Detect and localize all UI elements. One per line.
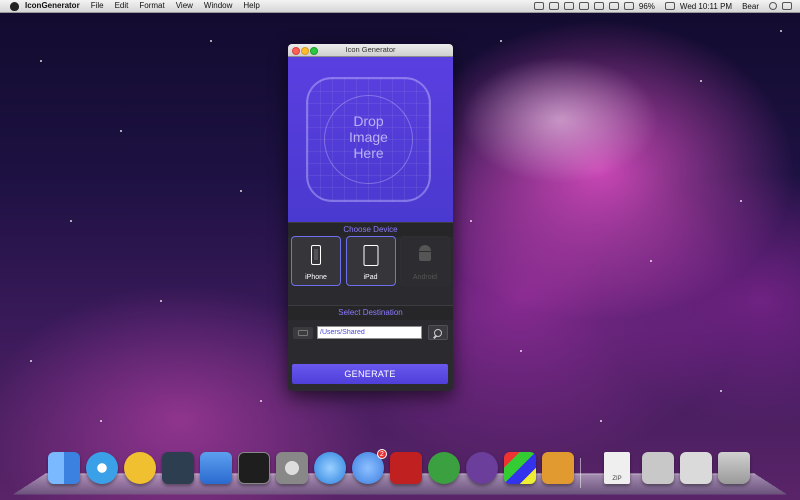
destination-path-input[interactable] [317,326,422,339]
safari-icon[interactable] [86,452,118,484]
device-ipad-label: iPad [363,274,378,281]
zip-archive-icon[interactable]: ZIP [604,452,630,484]
script-editor-icon[interactable] [428,452,460,484]
device-ipad-button[interactable]: iPad [345,236,396,286]
menu-bar: IconGenerator File Edit Format View Wind… [0,0,800,13]
finder-icon[interactable] [48,452,80,484]
instruments-icon[interactable] [162,452,194,484]
spotlight-search-icon[interactable] [769,2,777,10]
clock[interactable]: Wed 10:11 PM [680,2,732,11]
minimize-button[interactable] [301,47,309,55]
menu-help[interactable]: Help [243,0,259,12]
device-android-button[interactable]: Android [400,236,450,286]
documents-stack-icon[interactable] [680,452,712,484]
dropbox-icon[interactable] [548,2,559,10]
display-icon[interactable] [533,2,544,10]
user-name[interactable]: Bear [742,2,759,11]
app-store-badge: 2 [377,449,387,459]
terminal-icon[interactable] [238,452,270,484]
notification-center-icon[interactable] [782,2,792,10]
filezilla-icon[interactable] [390,452,422,484]
browse-search-icon[interactable] [428,325,448,340]
battery-percent[interactable]: 96% [639,2,655,11]
menu-app-name[interactable]: IconGenerator [25,0,80,12]
menu-format[interactable]: Format [139,0,164,12]
cloud-icon[interactable] [578,2,589,10]
dock-separator [580,458,581,488]
iphone-icon [311,245,321,265]
menu-window[interactable]: Window [204,0,232,12]
icon-template-frame: Drop Image Here [306,77,431,202]
drop-text-line-3: Here [353,145,384,161]
window-titlebar[interactable]: Icon Generator [288,44,453,57]
downloads-stack-icon[interactable] [642,452,674,484]
drop-text-line-2: Image [349,129,388,145]
drop-image-text: Drop Image Here [308,113,429,161]
zip-label: ZIP [612,476,622,482]
toast-icon[interactable] [542,452,574,484]
wifi-icon[interactable] [623,2,634,10]
trash-icon[interactable] [718,452,750,484]
image-drop-zone[interactable]: Drop Image Here [288,57,453,223]
menu-extras: 96% Wed 10:11 PM Bear [533,0,800,12]
sync-icon[interactable] [563,2,574,10]
device-android-label: Android [412,274,438,281]
destination-row [291,325,450,341]
xcode-icon[interactable] [200,452,232,484]
apple-menu-icon[interactable] [10,1,19,11]
close-button[interactable] [292,47,300,55]
menu-edit[interactable]: Edit [115,0,129,12]
generate-button[interactable]: GENERATE [292,364,448,384]
device-selector: iPhone iPad Android [291,236,450,288]
github-icon[interactable] [466,452,498,484]
folder-icon[interactable] [293,327,313,339]
select-destination-header: Select Destination [288,305,453,320]
zoom-button[interactable] [310,47,318,55]
choose-device-header: Choose Device [288,222,453,237]
window-title: Icon Generator [345,45,396,54]
android-icon [418,245,432,263]
coda-icon[interactable] [124,452,156,484]
drop-text-line-1: Drop [353,113,384,129]
ipad-icon [363,245,378,266]
system-preferences-icon[interactable] [276,452,308,484]
battery-icon[interactable] [664,2,675,10]
menu-view[interactable]: View [176,0,193,12]
menu-file[interactable]: File [91,0,104,12]
icon-generator-window: Icon Generator Drop Image Here Choose De… [288,44,453,391]
device-iphone-button[interactable]: iPhone [291,236,341,286]
time-machine-icon[interactable] [593,2,604,10]
app-store-icon[interactable]: 2 [352,449,387,484]
colorsync-icon[interactable] [504,452,536,484]
itunes-icon[interactable] [314,452,346,484]
bluetooth-icon[interactable] [608,2,619,10]
device-iphone-label: iPhone [305,274,327,281]
